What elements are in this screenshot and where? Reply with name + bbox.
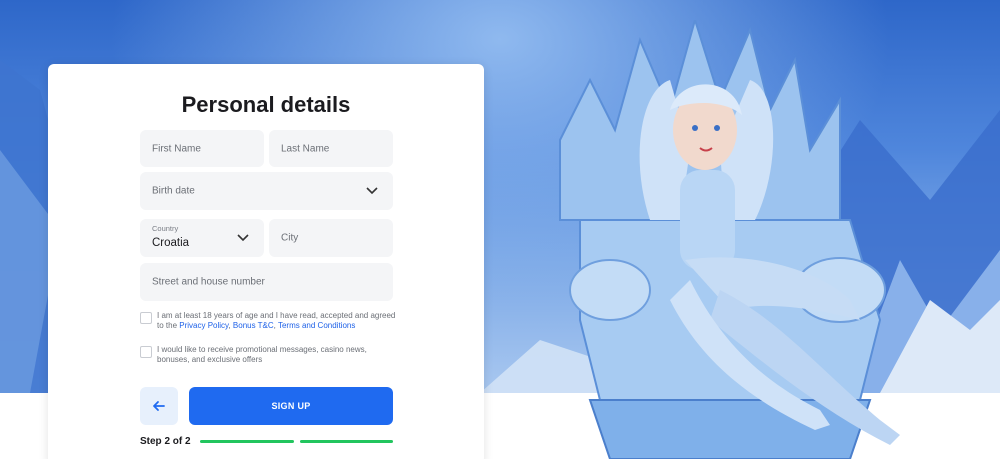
chevron-down-icon (237, 234, 249, 242)
registration-card: Personal details First Name Last Name Bi… (48, 64, 484, 459)
birth-date-placeholder: Birth date (152, 185, 195, 197)
sign-up-button[interactable]: SIGN UP (189, 387, 393, 425)
first-name-placeholder: First Name (152, 143, 201, 154)
page-title: Personal details (181, 92, 351, 117)
first-name-field[interactable]: First Name (140, 130, 264, 167)
arrow-left-icon (153, 401, 165, 411)
promo-checkbox[interactable] (140, 346, 152, 358)
city-placeholder: City (281, 232, 299, 244)
birth-date-select[interactable]: Birth date (140, 172, 393, 210)
privacy-policy-link[interactable]: Privacy Policy (179, 321, 228, 330)
terms-text: I am at least 18 years of age and I have… (157, 311, 396, 330)
country-select[interactable]: Country Croatia (140, 219, 264, 257)
city-field[interactable]: City (269, 219, 393, 257)
country-value: Croatia (152, 237, 190, 249)
back-button[interactable] (140, 387, 178, 425)
last-name-placeholder: Last Name (281, 143, 330, 154)
country-label: Country (152, 224, 179, 233)
terms-checkbox[interactable] (140, 312, 152, 324)
step-progress-bar-1 (200, 440, 294, 443)
step-progress-bar-2 (300, 440, 393, 443)
terms-and-conditions-link[interactable]: Terms and Conditions (278, 321, 355, 330)
chevron-down-icon (366, 187, 378, 195)
ice-queen-illustration (559, 20, 900, 459)
last-name-field[interactable]: Last Name (269, 130, 393, 167)
bonus-terms-link[interactable]: Bonus T&C (233, 321, 274, 330)
street-placeholder: Street and house number (152, 276, 265, 288)
step-indicator-label: Step 2 of 2 (140, 436, 191, 447)
promo-text: I would like to receive promotional mess… (157, 345, 367, 364)
street-field[interactable]: Street and house number (140, 263, 393, 301)
